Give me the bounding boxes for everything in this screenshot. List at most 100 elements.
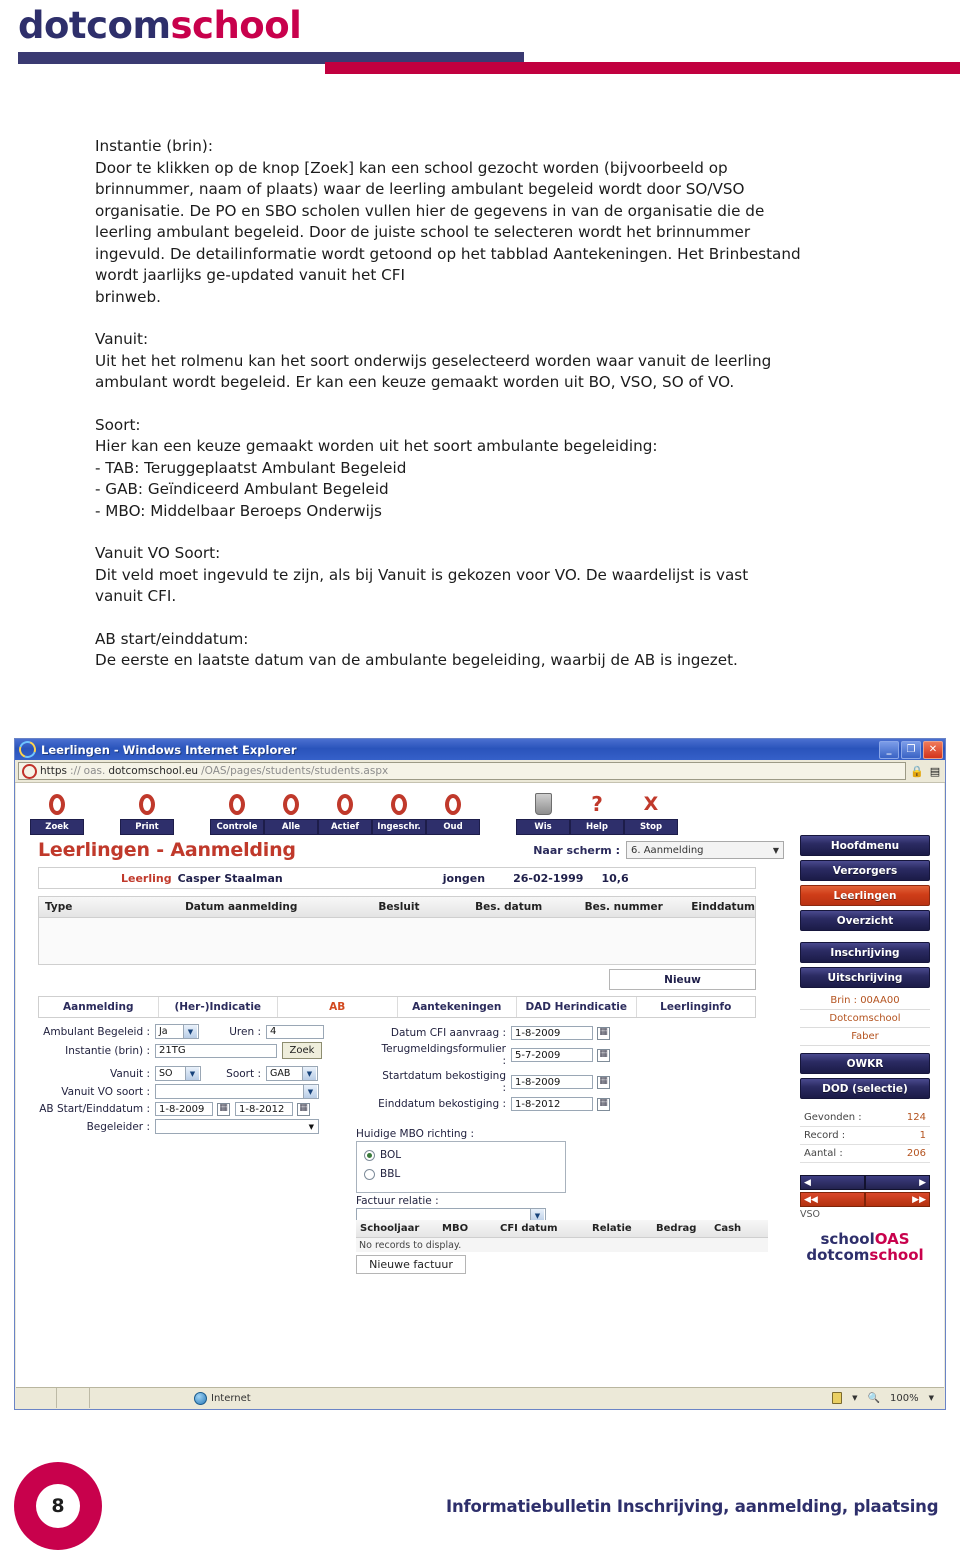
section-line: De eerste en laatste datum van de ambula… [95, 651, 738, 669]
calendar-icon[interactable]: ▦ [597, 1026, 610, 1040]
sidebar-item-uitschrijving[interactable]: Uitschrijving [800, 967, 930, 988]
tab-ab[interactable]: AB [278, 997, 398, 1017]
brand-logo-part2: school [170, 4, 302, 47]
arrow-right-icon[interactable]: ▶ [865, 1175, 930, 1190]
toolbar-button-zoek[interactable]: Zoek [30, 791, 84, 835]
calendar-icon[interactable]: ▦ [297, 1102, 310, 1116]
vanuit-vo-soort-select[interactable]: ▼ [155, 1084, 319, 1099]
sidebar-logo-school2: school [869, 1245, 924, 1264]
sidebar-item-dod-selectie[interactable]: DOD (selectie) [800, 1078, 930, 1099]
count-record: Record : 1 [800, 1127, 930, 1145]
sidebar-item-inschrijving[interactable]: Inschrijving [800, 942, 930, 963]
chevron-down-icon[interactable]: ▼ [929, 1394, 934, 1402]
record-nav-single: ◀ ▶ [800, 1175, 930, 1190]
arrow-left-icon[interactable]: ◀ [800, 1175, 865, 1190]
soort-select[interactable]: GAB ▼ [266, 1066, 318, 1081]
section-line: Dit veld moet ingevuld te zijn, als bij … [95, 565, 749, 584]
chevron-down-icon: ▼ [772, 845, 779, 855]
calendar-icon[interactable]: ▦ [597, 1097, 610, 1111]
begeleider-select[interactable]: ▼ [155, 1119, 319, 1134]
screen-selector-dropdown[interactable]: 6. Aanmelding ▼ [626, 841, 784, 859]
nieuwe-factuur-button[interactable]: Nieuwe factuur [356, 1255, 466, 1274]
toolbar-button-help[interactable]: ? Help [570, 791, 624, 835]
page-icon[interactable]: ▤ [928, 764, 942, 778]
tab-leerlinginfo[interactable]: Leerlinginfo [637, 997, 756, 1017]
toolbar-button-controle[interactable]: Controle [210, 791, 264, 835]
field-begeleider: Begeleider : ▼ [38, 1119, 368, 1134]
arrow-double-left-icon[interactable]: ◀◀ [800, 1192, 865, 1207]
sidebar-item-overzicht[interactable]: Overzicht [800, 910, 930, 931]
sidebar-school: Dotcomschool [800, 1010, 930, 1028]
toolbar-button-oud[interactable]: Oud [426, 791, 480, 835]
toolbar-button-print[interactable]: Print [120, 791, 174, 835]
grid-col-bes-datum: Bes. datum [475, 901, 543, 913]
toolbar-label: Alle [264, 819, 318, 835]
ab-startdatum-input[interactable]: 1-8-2009 [155, 1102, 213, 1116]
protected-mode-icon [832, 1392, 843, 1404]
ambulant-begeleid-select[interactable]: Ja ▼ [155, 1024, 199, 1039]
instantie-input[interactable]: 21TG [155, 1043, 277, 1058]
toolbar-label: Print [120, 819, 174, 835]
calendar-icon[interactable]: ▦ [597, 1048, 610, 1062]
mbo-option-bbl[interactable]: BBL [364, 1168, 558, 1180]
trash-icon [534, 791, 552, 817]
address-input[interactable]: https://oas. dotcomschool.eu/OAS/pages/st… [18, 762, 906, 780]
browser-title: Leerlingen - Windows Internet Explorer [41, 742, 297, 757]
ring-icon [229, 791, 245, 817]
screen-selector: Naar scherm : 6. Aanmelding ▼ [533, 841, 784, 859]
address-host-prefix: oas. [83, 765, 106, 777]
field-instantie-brin: Instantie (brin) : 21TG Zoek [38, 1042, 368, 1059]
mbo-option-bol[interactable]: BOL [364, 1149, 558, 1161]
ambulant-begeleid-value: Ja [159, 1026, 168, 1037]
toolbar-button-stop[interactable]: X Stop [624, 791, 678, 835]
section-line: - GAB: Geïndiceerd Ambulant Begeleid [95, 480, 389, 498]
maximize-button[interactable]: ❐ [901, 740, 921, 759]
terugmelding-input[interactable]: 5-7-2009 [511, 1048, 593, 1062]
field-ab-start-einddatum: AB Start/Einddatum : 1-8-2009 ▦ 1-8-2012… [38, 1102, 368, 1116]
section-heading: Soort: [95, 415, 141, 434]
browser-window: Leerlingen - Windows Internet Explorer _… [14, 738, 946, 1410]
einddatum-bekostiging-input[interactable]: 1-8-2012 [511, 1097, 593, 1111]
section-line: - MBO: Middelbaar Beroeps Onderwijs [95, 501, 382, 520]
count-value: 124 [906, 1112, 926, 1123]
startdatum-bekostiging-input[interactable]: 1-8-2009 [511, 1075, 593, 1089]
toolbar-label: Zoek [30, 819, 84, 835]
chevron-down-icon: ▼ [302, 1067, 316, 1080]
minimize-button[interactable]: _ [879, 740, 899, 759]
nieuw-button[interactable]: Nieuw [609, 969, 756, 990]
arrow-double-right-icon[interactable]: ▶▶ [865, 1192, 930, 1207]
section-heading: Vanuit VO Soort: [95, 544, 221, 562]
sidebar-item-verzorgers[interactable]: Verzorgers [800, 860, 930, 881]
chevron-down-icon[interactable]: ▼ [852, 1394, 857, 1402]
instantie-zoek-button[interactable]: Zoek [282, 1042, 322, 1059]
tab-dad-herindicatie[interactable]: DAD Herindicatie [517, 997, 637, 1017]
tab-her-indicatie[interactable]: (Her-)Indicatie [159, 997, 278, 1017]
vanuit-select[interactable]: SO ▼ [155, 1066, 201, 1081]
close-button[interactable]: ✕ [923, 740, 943, 759]
count-label: Aantal : [804, 1148, 843, 1159]
ab-einddatum-input[interactable]: 1-8-2012 [235, 1102, 293, 1116]
tab-aantekeningen[interactable]: Aantekeningen [398, 997, 517, 1017]
sidebar-item-hoofdmenu[interactable]: Hoofdmenu [800, 835, 930, 856]
toolbar-button-alle[interactable]: Alle [264, 791, 318, 835]
section-line: Hier kan een keuze gemaakt worden uit he… [95, 437, 658, 455]
tab-aanmelding[interactable]: Aanmelding [39, 997, 159, 1017]
toolbar-button-actief[interactable]: Actief [318, 791, 372, 835]
datum-cfi-input[interactable]: 1-8-2009 [511, 1026, 593, 1040]
student-summary-bar[interactable]: Leerling Casper Staalman jongen 26-02-19… [38, 867, 756, 889]
toolbar-label: Controle [210, 819, 264, 835]
toolbar-button-ingeschr[interactable]: Ingeschr. [372, 791, 426, 835]
uren-input[interactable]: 4 [266, 1024, 324, 1039]
sidebar-item-leerlingen[interactable]: Leerlingen [800, 885, 930, 906]
calendar-icon[interactable]: ▦ [217, 1102, 230, 1116]
toolbar-button-wis[interactable]: Wis [516, 791, 570, 835]
sidebar-user: Faber [800, 1028, 930, 1046]
section-line: Uit het het rolmenu kan het soort onderw… [95, 351, 772, 370]
sidebar-item-owkr[interactable]: OWKR [800, 1053, 930, 1074]
calendar-icon[interactable]: ▦ [597, 1075, 610, 1089]
globe-icon [194, 1391, 207, 1405]
field-label: Startdatum bekostiging : [382, 1070, 506, 1094]
